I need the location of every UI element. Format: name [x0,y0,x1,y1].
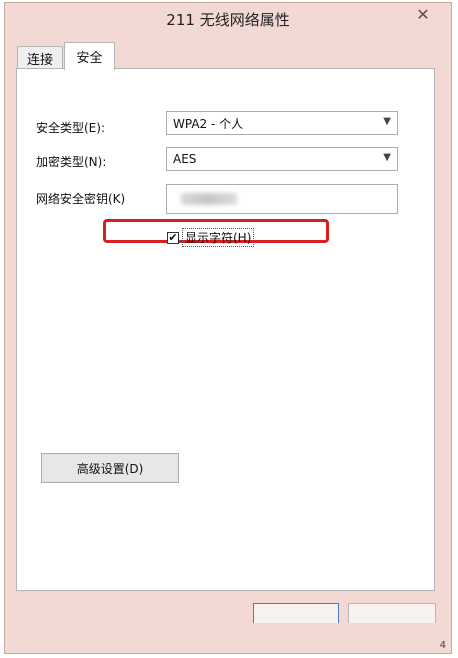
chevron-down-icon: ▼ [383,152,391,163]
show-characters-row[interactable]: ✔ 显示字符(H) [167,228,255,247]
window-title: 211 无线网络属性 [166,11,290,29]
blurred-key-value [181,193,237,205]
close-icon: ✕ [416,4,430,24]
network-key-label: 网络安全密钥(K) [36,192,126,206]
security-type-label: 安全类型(E): [36,121,105,135]
ok-button[interactable] [253,603,339,623]
show-characters-checkbox[interactable]: ✔ [167,230,179,244]
tab-security[interactable]: 安全 [64,42,115,70]
network-key-input[interactable] [166,184,398,214]
tab-connection[interactable]: 连接 [17,46,63,70]
title-bar: 211 无线网络属性 ✕ [5,3,451,37]
chevron-down-icon: ▼ [383,116,391,127]
close-button[interactable]: ✕ [405,4,441,24]
corner-digit: 4 [439,640,446,651]
encryption-type-label: 加密类型(N): [36,155,107,169]
encryption-type-value: AES [173,152,197,166]
advanced-settings-button[interactable]: 高级设置(D) [41,453,179,483]
show-characters-label[interactable]: 显示字符(H) [182,228,255,247]
checkmark-icon: ✔ [168,230,178,244]
encryption-type-select[interactable]: AES ▼ [166,147,398,171]
cancel-button[interactable] [348,603,436,623]
security-panel: 安全类型(E): WPA2 - 个人 ▼ 加密类型(N): AES ▼ 网络安全… [16,68,435,591]
security-type-select[interactable]: WPA2 - 个人 ▼ [166,111,398,135]
security-type-value: WPA2 - 个人 [173,116,244,131]
